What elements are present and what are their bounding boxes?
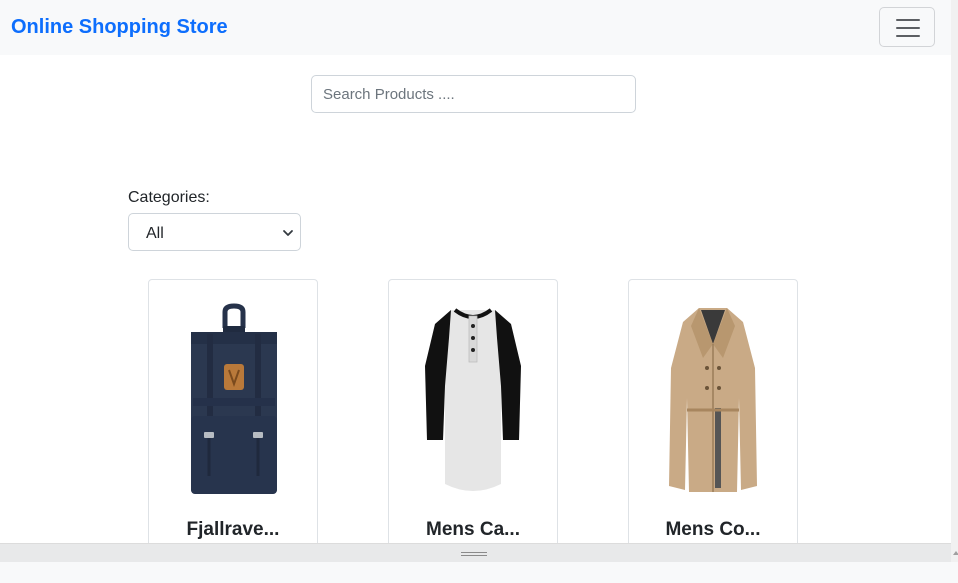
product-image-shirt (425, 308, 521, 491)
product-image-backpack (191, 303, 277, 494)
categories-select[interactable]: All (128, 213, 301, 251)
product-image-coat (669, 308, 757, 492)
product-card[interactable]: Mens Co... (628, 279, 798, 543)
categories-selected-value: All (146, 225, 164, 242)
navbar-toggler-button[interactable] (879, 7, 935, 47)
product-title[interactable]: Mens Co... (629, 519, 797, 541)
resize-panel-bar[interactable] (0, 543, 951, 562)
brand-link[interactable]: Online Shopping Store (11, 16, 228, 39)
drag-handle-icon[interactable] (461, 552, 487, 557)
scroll-up-arrow-icon[interactable] (953, 551, 958, 555)
hamburger-menu-icon (896, 19, 920, 37)
chevron-down-icon (283, 230, 293, 236)
product-title[interactable]: Fjallrave... (149, 519, 317, 541)
search-input[interactable] (311, 75, 636, 113)
categories-label: Categories: (128, 189, 210, 206)
page-viewport: Online Shopping Store Categories: All (0, 0, 951, 543)
vertical-scrollbar[interactable] (951, 0, 958, 562)
navbar: Online Shopping Store (0, 0, 951, 55)
product-card[interactable]: Mens Ca... (388, 279, 558, 543)
product-title[interactable]: Mens Ca... (389, 519, 557, 541)
product-card[interactable]: Fjallrave... (148, 279, 318, 543)
